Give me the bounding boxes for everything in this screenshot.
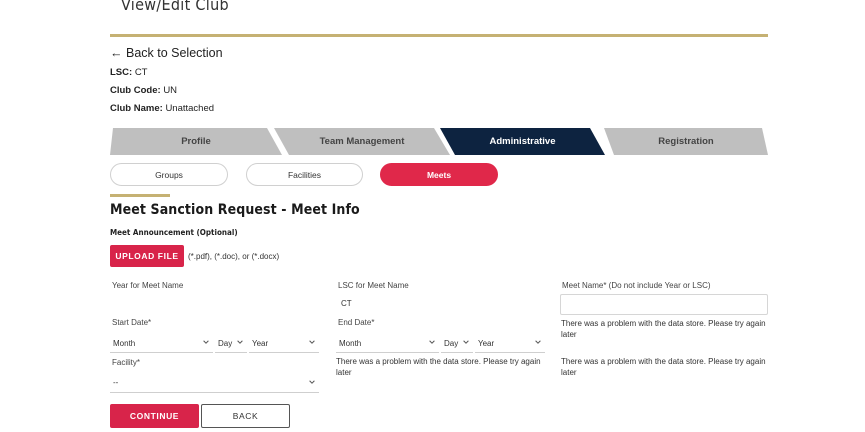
back-to-selection-link[interactable]: ← Back to Selection — [110, 46, 223, 60]
club-name-value: Unattached — [165, 103, 215, 114]
start-year-select[interactable]: Year — [249, 334, 319, 353]
upload-file-button[interactable]: UPLOAD FILE — [110, 245, 184, 267]
end-month-select[interactable]: Month — [336, 334, 439, 353]
tab-label: Registration — [658, 136, 714, 147]
lsc-label: LSC: — [110, 67, 133, 78]
start-month-select[interactable]: Month — [110, 334, 213, 353]
start-day-select[interactable]: Day — [215, 334, 247, 353]
subtab-label: Facilities — [287, 169, 322, 180]
club-code-info: Club Code: UN — [110, 85, 177, 96]
chevron-down-icon — [237, 340, 243, 344]
end-date-label: End Date* — [338, 318, 375, 327]
form-title: Meet Sanction Request - Meet Info — [110, 202, 360, 218]
chevron-down-icon — [429, 340, 435, 344]
back-button[interactable]: BACK — [201, 404, 290, 428]
year-for-meet-name-label: Year for Meet Name — [112, 281, 184, 290]
subtab-groups[interactable]: Groups — [110, 163, 228, 186]
meet-name-label: Meet Name* (Do not include Year or LSC) — [562, 281, 711, 290]
chevron-down-icon — [309, 340, 315, 344]
club-name-info: Club Name: Unattached — [110, 103, 214, 114]
select-value: -- — [113, 377, 119, 387]
start-date-label: Start Date* — [112, 318, 152, 327]
select-value: Day — [218, 338, 233, 348]
subtab-meets[interactable]: Meets — [380, 163, 498, 186]
back-link-label: Back to Selection — [125, 46, 223, 60]
tab-label: Team Management — [319, 136, 405, 147]
main-tabs: Profile Team Management Administrative R… — [110, 128, 768, 155]
select-value: Year — [478, 338, 495, 348]
select-value: Year — [252, 338, 269, 348]
tab-team-management[interactable]: Team Management — [274, 128, 450, 155]
chevron-down-icon — [535, 340, 541, 344]
meet-name-input[interactable] — [560, 294, 768, 315]
end-day-select[interactable]: Day — [441, 334, 473, 353]
lsc-for-meet-name-value: CT — [341, 299, 352, 308]
subtab-facilities[interactable]: Facilities — [246, 163, 363, 186]
lsc-for-meet-name-label: LSC for Meet Name — [338, 281, 409, 290]
section-accent-bar — [110, 194, 170, 197]
chevron-down-icon — [309, 380, 315, 384]
subtab-label: Groups — [155, 169, 183, 180]
subtab-label: Meets — [426, 169, 452, 180]
chevron-down-icon — [463, 340, 469, 344]
continue-button[interactable]: CONTINUE — [110, 404, 199, 428]
arrow-left-icon: ← — [110, 46, 123, 60]
tab-label: Administrative — [489, 136, 556, 147]
club-code-label: Club Code: — [110, 85, 161, 96]
upload-file-types: (*.pdf), (*.doc), or (*.docx) — [188, 252, 280, 261]
facility-select[interactable]: -- — [110, 372, 319, 393]
facility-label: Facility* — [112, 358, 141, 367]
lsc-value: CT — [134, 67, 148, 78]
tab-profile[interactable]: Profile — [110, 128, 282, 155]
select-value: Month — [339, 338, 362, 348]
club-name-label: Club Name: — [110, 103, 163, 114]
club-code-value: UN — [163, 85, 178, 96]
tab-registration[interactable]: Registration — [604, 128, 768, 155]
select-value: Day — [444, 338, 459, 348]
chevron-down-icon — [203, 340, 209, 344]
lsc-info: LSC: CT — [110, 67, 147, 78]
page-title: View/Edit Club — [121, 0, 229, 14]
meet-name-error: There was a problem with the data store.… — [561, 319, 766, 339]
end-date-error: There was a problem with the data store.… — [336, 357, 541, 377]
select-value: Month — [113, 338, 136, 348]
tab-label: Profile — [181, 136, 211, 147]
end-year-select[interactable]: Year — [475, 334, 545, 353]
announcement-label: Meet Announcement (Optional) — [110, 228, 238, 237]
data-store-error: There was a problem with the data store.… — [561, 357, 766, 377]
tab-administrative[interactable]: Administrative — [440, 128, 605, 155]
title-divider — [110, 34, 768, 37]
